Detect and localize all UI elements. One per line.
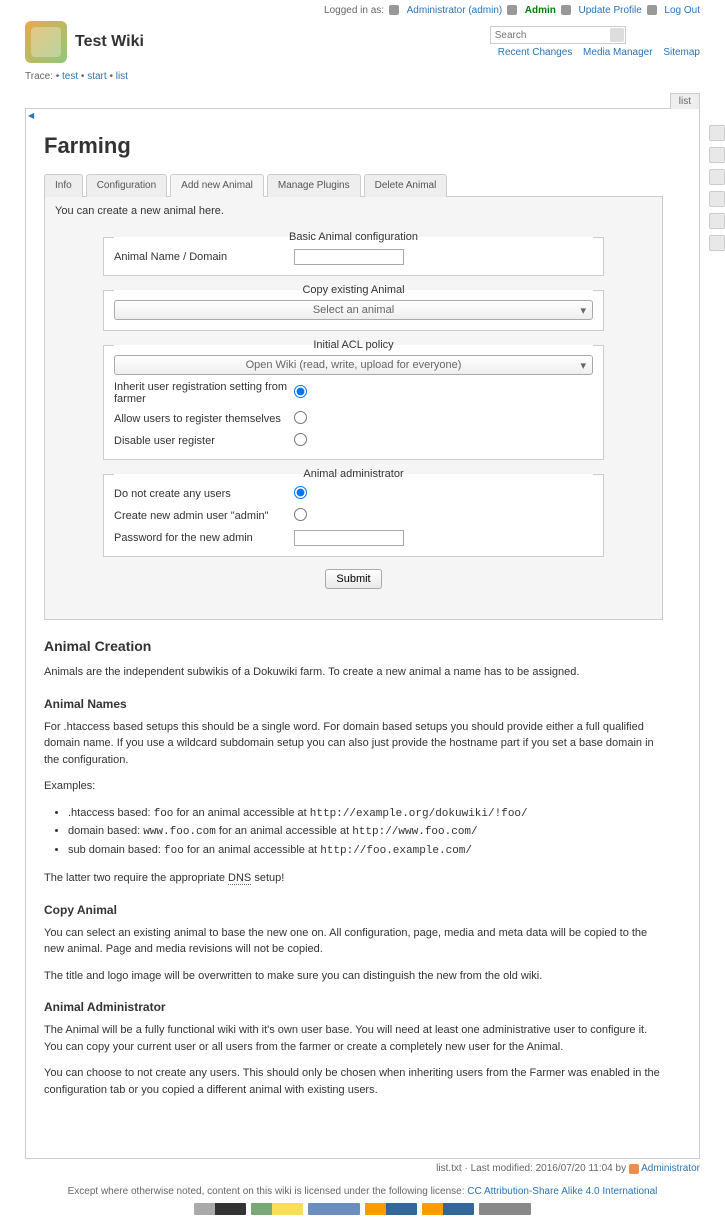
example-domain: domain based: www.foo.com for an animal … [68,823,663,842]
update-profile-link[interactable]: Update Profile [578,5,641,16]
copy-desc1: You can select an existing animal to bas… [44,925,663,958]
copy-desc2: The title and logo image will be overwri… [44,968,663,985]
user-link[interactable]: Administrator (admin) [407,5,503,16]
admin-desc2: You can choose to not create any users. … [44,1065,663,1098]
subscribe-icon[interactable] [709,191,725,207]
user-icon [629,1164,639,1174]
page-icon[interactable] [709,125,725,141]
admin-password-input[interactable] [294,530,404,546]
tab-manage-plugins[interactable]: Manage Plugins [267,174,361,197]
copy-animal-heading: Copy Animal [44,903,663,917]
animal-name-label: Animal Name / Domain [114,251,294,263]
dokuwiki-badge[interactable] [479,1203,531,1215]
search-button[interactable] [610,28,624,42]
animal-creation-heading: Animal Creation [44,638,663,654]
site-logo [25,21,67,63]
inherit-radio[interactable] [294,385,307,398]
page-title: Farming [44,133,663,159]
create-admin-radio[interactable] [294,508,307,521]
dns-note: The latter two require the appropriate D… [44,870,663,887]
fieldset-copy: Copy existing Animal Select an animal [103,284,604,331]
footer-user-link[interactable]: Administrator [641,1163,700,1174]
disable-label: Disable user register [114,435,294,447]
disable-radio[interactable] [294,433,307,446]
tab-info[interactable]: Info [44,174,83,197]
site-title: Test Wiki [75,33,144,51]
copy-animal-select[interactable]: Select an animal [114,300,593,320]
donate-badge[interactable] [251,1203,303,1215]
main-panel: list ◀ Farming Info Configuration Add ne… [25,108,700,1159]
logout-link[interactable]: Log Out [664,5,700,16]
password-label: Password for the new admin [114,532,294,544]
breadcrumb: Trace: • test • start • list [25,71,700,86]
admin-heading: Animal Administrator [44,1000,663,1014]
trace-test[interactable]: test [62,71,78,82]
html5-badge[interactable] [365,1203,417,1215]
examples-label: Examples: [44,778,663,795]
names-desc: For .htaccess based setups this should b… [44,719,663,769]
backlinks-icon[interactable] [709,169,725,185]
topbar: Logged in as: Administrator (admin) Admi… [25,0,700,21]
acl-policy-select[interactable]: Open Wiki (read, write, upload for every… [114,355,593,375]
cc-badge[interactable] [194,1203,246,1215]
css-badge[interactable] [422,1203,474,1215]
allow-label: Allow users to register themselves [114,413,294,425]
logged-in-label: Logged in as: [324,5,384,16]
no-create-radio[interactable] [294,486,307,499]
recent-changes-link[interactable]: Recent Changes [498,47,573,58]
fieldset-basic: Basic Animal configuration Animal Name /… [103,231,604,276]
intro-text: You can create a new animal here. [55,205,652,217]
create-admin-label: Create new admin user "admin" [114,510,294,522]
legend-acl: Initial ACL policy [114,339,593,351]
legend-admin: Animal administrator [114,468,593,480]
animal-names-heading: Animal Names [44,697,663,711]
export-icon[interactable] [709,213,725,229]
revisions-icon[interactable] [709,147,725,163]
media-manager-link[interactable]: Media Manager [583,47,652,58]
examples-list: .htaccess based: foo for an animal acces… [68,805,663,861]
inherit-label: Inherit user registration setting from f… [114,381,294,405]
submit-button[interactable]: Submit [325,569,381,589]
footer-badges [25,1203,700,1218]
creation-desc: Animals are the independent subwikis of … [44,664,663,681]
top-icon[interactable] [709,235,725,251]
example-htaccess: .htaccess based: foo for an animal acces… [68,805,663,824]
search-input[interactable] [490,26,626,44]
logout-icon [647,5,657,15]
collapse-arrow-icon[interactable]: ◀ [28,111,34,120]
license-text: Except where otherwise noted, content on… [25,1186,700,1197]
animal-name-input[interactable] [294,249,404,265]
profile-icon [561,5,571,15]
footer-meta: list.txt · Last modified: 2016/07/20 11:… [25,1163,700,1174]
example-subdomain: sub domain based: foo for an animal acce… [68,842,663,861]
tab-add-new-animal[interactable]: Add new Animal [170,174,264,197]
admin-desc1: The Animal will be a fully functional wi… [44,1022,663,1055]
panel-tab: list [670,93,700,109]
trace-start[interactable]: start [87,71,106,82]
tab-bar: Info Configuration Add new Animal Manage… [44,173,663,197]
tab-configuration[interactable]: Configuration [86,174,167,197]
no-create-label: Do not create any users [114,488,294,500]
trace-list[interactable]: list [116,71,128,82]
fieldset-admin: Animal administrator Do not create any u… [103,468,604,557]
allow-radio[interactable] [294,411,307,424]
legend-basic: Basic Animal configuration [114,231,593,243]
admin-link[interactable]: Admin [525,5,556,16]
license-link[interactable]: CC Attribution-Share Alike 4.0 Internati… [467,1186,657,1197]
fieldset-acl: Initial ACL policy Open Wiki (read, writ… [103,339,604,460]
user-icon [389,5,399,15]
tab-delete-animal[interactable]: Delete Animal [364,174,448,197]
gear-icon [507,5,517,15]
sitemap-link[interactable]: Sitemap [663,47,700,58]
dns-abbr: DNS [228,872,251,885]
php-badge[interactable] [308,1203,360,1215]
legend-copy: Copy existing Animal [114,284,593,296]
